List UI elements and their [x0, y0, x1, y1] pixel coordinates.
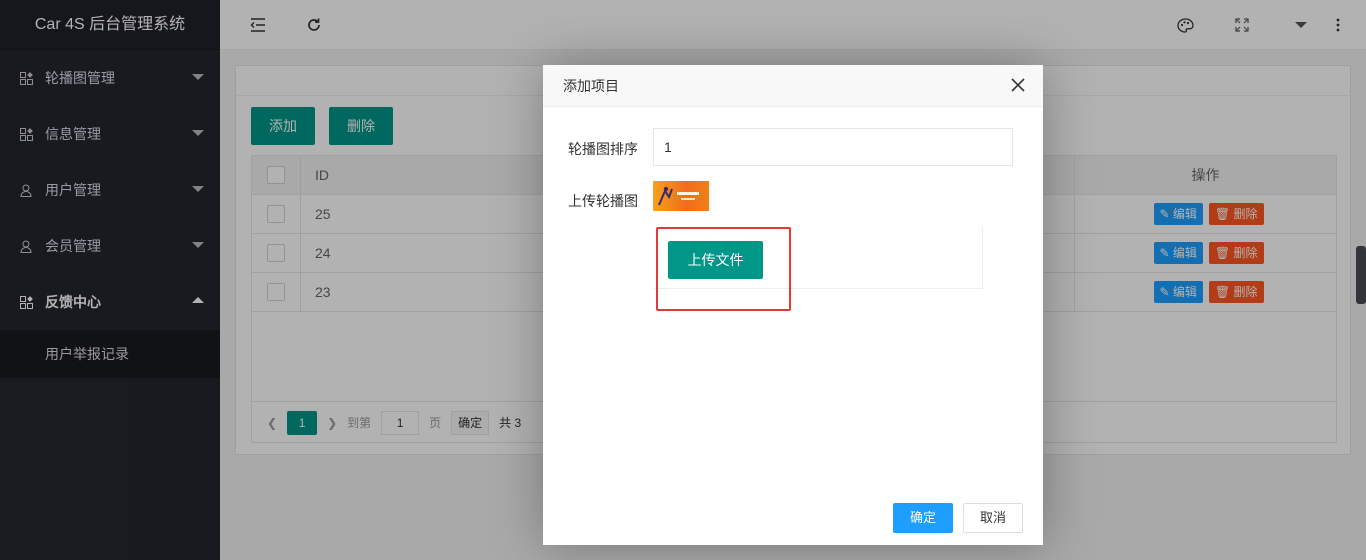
- dialog-title: 添加项目: [543, 65, 1043, 107]
- sort-order-input[interactable]: 1: [653, 128, 1013, 166]
- carousel-image-thumbnail: [653, 181, 709, 211]
- cancel-button[interactable]: 取消: [963, 503, 1023, 533]
- add-item-dialog: 添加项目 轮播图排序 1 上传轮播图 上传文件 确定 取消: [543, 65, 1043, 545]
- highlight-box: [656, 227, 791, 311]
- close-icon[interactable]: [1011, 78, 1027, 94]
- image-field-label: 上传轮播图: [568, 193, 638, 209]
- sort-field-label: 轮播图排序: [568, 141, 638, 157]
- confirm-button[interactable]: 确定: [893, 503, 953, 533]
